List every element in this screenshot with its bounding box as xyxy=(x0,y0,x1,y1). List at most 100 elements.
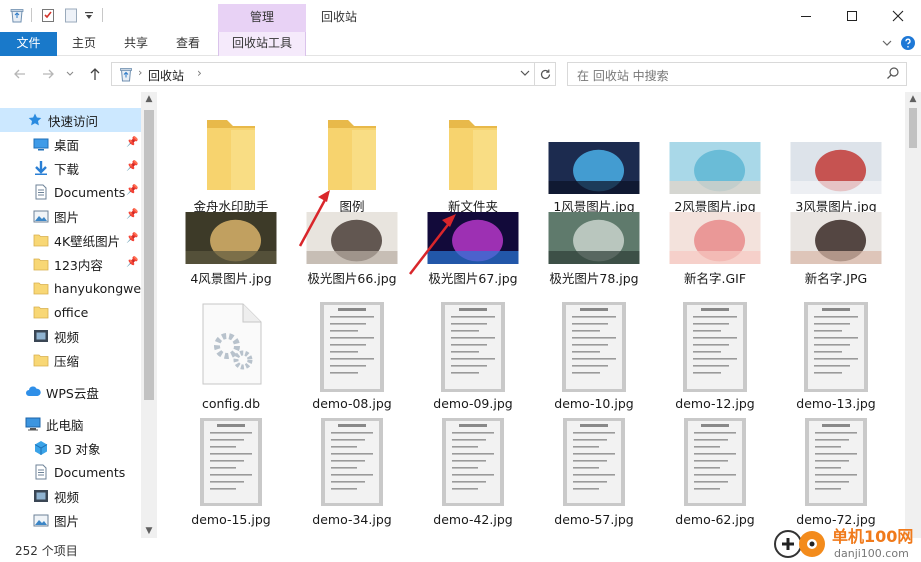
file-name: demo-15.jpg xyxy=(191,512,271,527)
pin-icon: 📌 xyxy=(126,161,139,172)
image-thumbnail xyxy=(548,212,640,267)
search-icon[interactable] xyxy=(886,66,900,80)
chevron-right-icon[interactable]: › xyxy=(197,66,202,80)
file-tile-demo-10-jpg[interactable]: demo-10.jpg xyxy=(534,302,654,420)
scroll-up-icon[interactable]: ▲ xyxy=(141,94,157,104)
file-name: demo-34.jpg xyxy=(312,512,392,527)
minimize-button[interactable] xyxy=(783,0,829,32)
file-name: 极光图片67.jpg xyxy=(428,271,518,286)
expand-ribbon-icon[interactable] xyxy=(881,36,893,50)
back-button[interactable] xyxy=(11,65,29,83)
file-name: demo-09.jpg xyxy=(433,396,513,411)
folder-icon xyxy=(324,114,380,197)
address-bar[interactable]: › 回收站 › xyxy=(111,62,535,86)
folder-icon xyxy=(445,114,501,197)
nav-folder-123[interactable]: 123内容 📌 xyxy=(0,252,141,276)
file-tile-demo-34-jpg[interactable]: demo-34.jpg xyxy=(292,418,412,538)
document-thumbnail xyxy=(321,418,383,509)
nav-wps-cloud[interactable]: WPS云盘 xyxy=(0,380,141,404)
file-tile-demo-57-jpg[interactable]: demo-57.jpg xyxy=(534,418,654,538)
customize-quick-access-icon[interactable] xyxy=(84,7,94,23)
navigation-pane: 快速访问 桌面 📌 下载 📌 Documents 📌 图片 📌 4K壁纸图片 📌… xyxy=(0,92,157,538)
image-thumbnail xyxy=(669,212,761,267)
file-tile-3-jpg[interactable]: 3风景图片.jpg xyxy=(776,100,896,218)
image-thumbnail xyxy=(790,212,882,267)
nav-downloads[interactable]: 下载 📌 xyxy=(0,156,141,180)
file-tile-demo-09-jpg[interactable]: demo-09.jpg xyxy=(413,302,533,420)
new-folder-icon[interactable] xyxy=(63,7,79,23)
folder-icon xyxy=(33,282,49,295)
tab-file[interactable]: 文件 xyxy=(0,32,57,56)
cloud-icon xyxy=(26,386,41,396)
nav-folder-4k-wallpapers[interactable]: 4K壁纸图片 📌 xyxy=(0,228,141,252)
file-tile-folder-2[interactable]: 新文件夹 xyxy=(413,100,533,218)
document-thumbnail xyxy=(804,302,868,395)
file-name: 极光图片78.jpg xyxy=(549,271,639,286)
refresh-button[interactable] xyxy=(535,62,556,86)
nav-folder-office[interactable]: office xyxy=(0,300,141,324)
scrollbar-thumb[interactable] xyxy=(909,108,917,148)
file-tile-demo-08-jpg[interactable]: demo-08.jpg xyxy=(292,302,412,420)
file-tile-demo-15-jpg[interactable]: demo-15.jpg xyxy=(171,418,291,538)
file-tile-demo-13-jpg[interactable]: demo-13.jpg xyxy=(776,302,896,420)
scroll-down-icon[interactable]: ▼ xyxy=(141,526,157,536)
video-icon xyxy=(34,330,48,342)
computer-icon xyxy=(25,417,41,431)
pin-icon: 📌 xyxy=(126,257,139,268)
address-dropdown-icon[interactable] xyxy=(520,70,530,78)
file-tile-2-jpg[interactable]: 2风景图片.jpg xyxy=(655,100,775,218)
nav-folder-hanyukongwen[interactable]: hanyukongwen xyxy=(0,276,141,300)
tab-share[interactable]: 共享 xyxy=(116,32,156,56)
file-tile-demo-62-jpg[interactable]: demo-62.jpg xyxy=(655,418,775,538)
nav-pc-documents[interactable]: Documents xyxy=(0,460,141,484)
file-tile-demo-72-jpg[interactable]: demo-72.jpg xyxy=(776,418,896,538)
nav-3d-objects[interactable]: 3D 对象 xyxy=(0,436,141,460)
nav-quick-access[interactable]: 快速访问 xyxy=(0,108,141,132)
file-tile-folder-1[interactable]: 图例 xyxy=(292,100,412,218)
file-tile-1-jpg[interactable]: 1风景图片.jpg xyxy=(534,100,654,218)
tab-view[interactable]: 查看 xyxy=(168,32,208,56)
file-view: 金舟水印助手 图例 新文件夹 1风景图片.jpg 2风景图片.jpg 3风景图片.jpg 4… xyxy=(161,92,905,538)
scroll-up-icon[interactable]: ▲ xyxy=(905,94,921,104)
close-icon xyxy=(892,10,904,22)
pin-icon: 📌 xyxy=(126,209,139,220)
tab-manage[interactable]: 管理 xyxy=(218,4,306,32)
nav-this-pc[interactable]: 此电脑 xyxy=(0,412,141,436)
search-input[interactable]: 在 回收站 中搜索 xyxy=(577,67,669,84)
file-name: 极光图片66.jpg xyxy=(307,271,397,286)
tab-recycle-bin-tools[interactable]: 回收站工具 xyxy=(218,32,306,56)
nav-pc-videos[interactable]: 视频 xyxy=(0,484,141,508)
file-tile-folder-0[interactable]: 金舟水印助手 xyxy=(171,100,291,218)
maximize-button[interactable] xyxy=(829,0,875,32)
nav-pc-pictures[interactable]: 图片 xyxy=(0,508,141,532)
breadcrumb-recycle-bin[interactable]: 回收站 xyxy=(148,67,184,84)
tab-home[interactable]: 主页 xyxy=(64,32,104,56)
recycle-bin-icon xyxy=(10,9,24,23)
file-tile-config-db[interactable]: config.db xyxy=(171,302,291,420)
arrow-up-icon xyxy=(90,68,100,80)
nav-scrollbar[interactable]: ▲ ▼ xyxy=(141,92,157,538)
breadcrumb-separator-icon: › xyxy=(138,66,143,79)
file-tile-demo-42-jpg[interactable]: demo-42.jpg xyxy=(413,418,533,538)
nav-pictures[interactable]: 图片 📌 xyxy=(0,204,141,228)
title-bar: 管理 回收站 xyxy=(0,0,921,32)
nav-documents[interactable]: Documents 📌 xyxy=(0,180,141,204)
nav-folder-compressed[interactable]: 压缩 xyxy=(0,348,141,372)
help-icon[interactable] xyxy=(900,35,916,51)
image-thumbnail xyxy=(427,212,519,267)
scrollbar-thumb[interactable] xyxy=(144,110,154,400)
nav-videos[interactable]: 视频 xyxy=(0,324,141,348)
search-box[interactable]: 在 回收站 中搜索 xyxy=(567,62,907,86)
close-button[interactable] xyxy=(875,0,921,32)
recent-locations-button[interactable] xyxy=(64,65,76,83)
nav-desktop[interactable]: 桌面 📌 xyxy=(0,132,141,156)
folder-icon xyxy=(33,234,49,247)
properties-icon[interactable] xyxy=(40,7,56,23)
file-name: demo-57.jpg xyxy=(554,512,634,527)
forward-button[interactable] xyxy=(39,65,57,83)
folder-icon xyxy=(33,306,49,319)
up-button[interactable] xyxy=(86,65,104,83)
folder-icon xyxy=(33,258,49,271)
file-tile-demo-12-jpg[interactable]: demo-12.jpg xyxy=(655,302,775,420)
content-scrollbar[interactable]: ▲ xyxy=(905,92,921,538)
